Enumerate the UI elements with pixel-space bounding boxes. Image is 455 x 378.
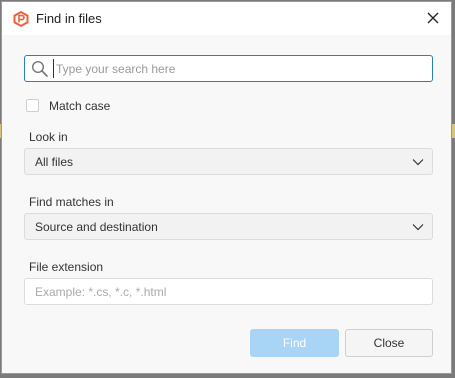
- chevron-down-icon: [412, 224, 424, 231]
- file-extension-label: File extension: [29, 260, 104, 274]
- dialog-body: Match case Look in All files Find matche…: [2, 35, 451, 373]
- dialog-title: Find in files: [36, 11, 102, 26]
- close-icon[interactable]: [423, 8, 443, 28]
- look-in-select[interactable]: All files: [24, 148, 433, 175]
- search-icon: [31, 60, 48, 77]
- search-input[interactable]: [53, 59, 426, 78]
- chevron-down-icon: [412, 159, 424, 166]
- title-bar: Find in files: [2, 2, 451, 35]
- find-matches-in-select[interactable]: Source and destination: [24, 213, 433, 240]
- find-in-files-dialog: Find in files Match case Look in All fil…: [1, 1, 452, 374]
- find-button[interactable]: Find: [250, 329, 339, 357]
- find-matches-in-value: Source and destination: [35, 220, 158, 234]
- app-logo-icon: [13, 11, 29, 27]
- search-box: [24, 55, 433, 82]
- close-button[interactable]: Close: [345, 329, 433, 357]
- file-extension-input[interactable]: [24, 278, 433, 305]
- look-in-label: Look in: [29, 130, 68, 144]
- match-case-checkbox[interactable]: [26, 99, 39, 112]
- look-in-value: All files: [35, 155, 74, 169]
- find-matches-in-label: Find matches in: [29, 195, 114, 209]
- match-case-label: Match case: [49, 99, 111, 113]
